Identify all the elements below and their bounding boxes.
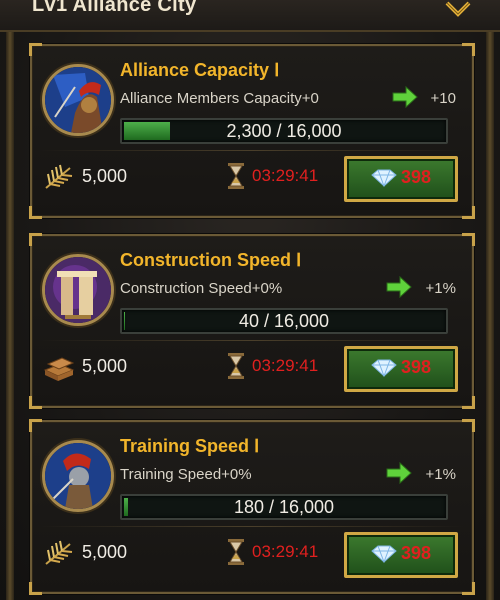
gem-speedup-button[interactable]: 398 <box>344 346 458 392</box>
card-title: Alliance Capacity Ⅰ <box>120 60 280 80</box>
card-description: Construction Speed+0% <box>120 280 283 297</box>
research-timer: 03:29:41 <box>252 356 319 375</box>
resource-cost: 5,000 <box>82 356 128 376</box>
lumber-icon <box>43 357 75 381</box>
alliance-city-panel: Lv1 Alliance City Alliance Capacity Ⅰ Al… <box>0 0 500 600</box>
progress-text: 2,300 / 16,000 <box>226 121 342 141</box>
hourglass-icon <box>228 539 244 565</box>
card-title: Construction Speed Ⅰ <box>120 250 302 270</box>
card-divider <box>38 526 466 527</box>
tech-card-training-speed[interactable]: Training Speed Ⅰ Training Speed+0% +1% 1… <box>29 419 475 595</box>
gem-cost: 398 <box>401 543 432 563</box>
upgrade-gain: +1% <box>425 280 456 297</box>
diamond-icon <box>371 545 397 563</box>
hourglass-icon <box>228 163 244 189</box>
card-title: Training Speed Ⅰ <box>120 436 260 456</box>
progress-bar: 40 / 16,000 <box>120 308 448 334</box>
tech-card-construction-speed[interactable]: Construction Speed Ⅰ Construction Speed+… <box>29 233 475 409</box>
chevron-down-icon[interactable] <box>444 0 472 20</box>
wheat-icon <box>45 164 73 189</box>
resource-cost: 5,000 <box>82 542 128 562</box>
card-divider <box>38 150 466 151</box>
diamond-icon <box>371 359 397 377</box>
resource-cost: 5,000 <box>82 166 128 186</box>
gem-cost: 398 <box>401 357 432 377</box>
progress-text: 180 / 16,000 <box>233 497 335 517</box>
tech-card-alliance-capacity[interactable]: Alliance Capacity Ⅰ Alliance Members Cap… <box>29 43 475 219</box>
hourglass-icon <box>228 353 244 379</box>
green-arrow-right-icon <box>392 86 418 108</box>
section-title: Lv1 Alliance City <box>32 0 197 16</box>
gem-speedup-button[interactable]: 398 <box>344 532 458 578</box>
progress-text: 40 / 16,000 <box>238 311 330 331</box>
gem-speedup-button[interactable]: 398 <box>344 156 458 202</box>
gem-cost: 398 <box>401 167 432 187</box>
temple-column-emblem-icon <box>42 254 114 326</box>
progress-bar: 2,300 / 16,000 <box>120 118 448 144</box>
research-timer: 03:29:41 <box>252 166 319 185</box>
wheat-icon <box>45 540 73 565</box>
card-description: Training Speed+0% <box>120 466 252 483</box>
green-arrow-right-icon <box>386 276 412 298</box>
diamond-icon <box>371 169 397 187</box>
card-divider <box>38 340 466 341</box>
green-arrow-right-icon <box>386 462 412 484</box>
card-description: Alliance Members Capacity+0 <box>120 90 319 107</box>
panel-left-border <box>6 30 14 600</box>
research-timer: 03:29:41 <box>252 542 319 561</box>
section-header[interactable]: Lv1 Alliance City <box>0 0 500 32</box>
panel-right-border <box>486 30 494 600</box>
upgrade-gain: +10 <box>430 90 456 107</box>
warrior-emblem-icon <box>42 440 114 512</box>
spartan-banner-emblem-icon <box>42 64 114 136</box>
upgrade-gain: +1% <box>425 466 456 483</box>
progress-bar: 180 / 16,000 <box>120 494 448 520</box>
